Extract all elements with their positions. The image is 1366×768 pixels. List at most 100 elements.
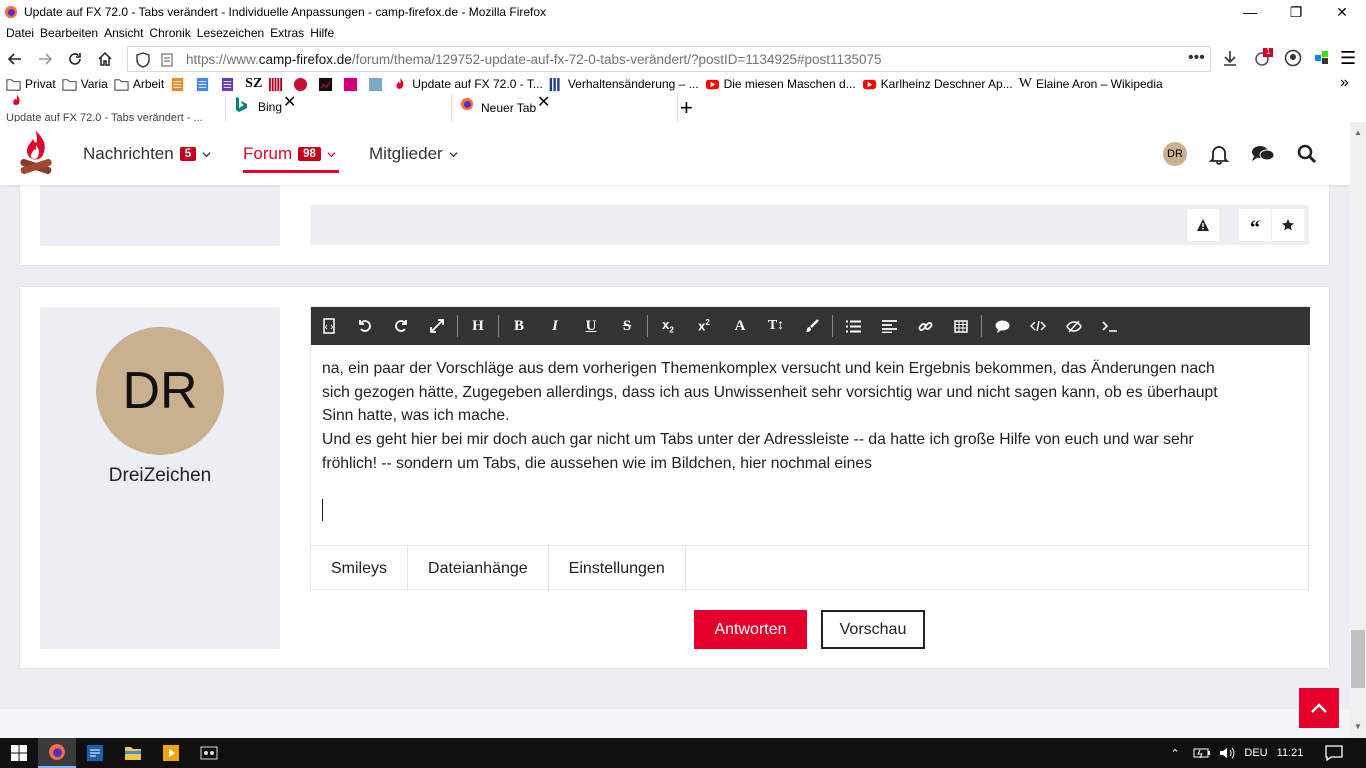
menu-extras[interactable]: Extras [270, 26, 304, 40]
menu-hilfe[interactable]: Hilfe [310, 26, 334, 40]
subscript-button[interactable]: x2 [650, 307, 686, 345]
menu-lesezeichen[interactable]: Lesezeichen [197, 26, 264, 40]
bookmark-sz[interactable]: SZ [245, 75, 262, 93]
bookmark-folder-arbeit[interactable]: Arbeit [114, 75, 164, 93]
bookmark-star-button[interactable] [1272, 209, 1304, 241]
bookmark-icon-doc2[interactable] [195, 75, 214, 93]
forward-button[interactable] [30, 44, 60, 74]
bookmark-icon-magenta[interactable] [343, 75, 362, 93]
bookmarks-overflow-icon[interactable]: » [1340, 74, 1349, 92]
scrollbar-thumb[interactable] [1351, 630, 1365, 688]
report-button[interactable] [1187, 209, 1219, 241]
list-button[interactable] [835, 307, 871, 345]
tray-expand-icon[interactable]: ⌃ [1168, 738, 1182, 768]
bookmark-icon-doc3[interactable] [220, 75, 239, 93]
font-size-button[interactable]: T↕ [758, 307, 794, 345]
quote-insert-button[interactable] [984, 307, 1020, 345]
bookmark-icon-black[interactable] [318, 75, 337, 93]
page-actions-icon[interactable]: ••• [1188, 49, 1205, 67]
maximize-button[interactable]: ❐ [1273, 0, 1319, 24]
scroll-to-top-button[interactable] [1299, 688, 1339, 728]
code-button[interactable] [1020, 307, 1056, 345]
align-button[interactable] [871, 307, 907, 345]
extensions-button[interactable] [1313, 49, 1331, 67]
close-window-button[interactable]: ✕ [1319, 0, 1365, 24]
page-scrollbar[interactable]: ▲ ▼ [1350, 122, 1366, 738]
author-avatar[interactable]: DR [96, 327, 224, 455]
menu-datei[interactable]: Datei [6, 26, 34, 40]
reload-button[interactable] [60, 44, 90, 74]
home-button[interactable] [90, 44, 120, 74]
tray-volume-icon[interactable] [1218, 738, 1236, 768]
scroll-up-arrow-icon[interactable]: ▲ [1354, 128, 1362, 137]
inline-code-button[interactable] [1092, 307, 1128, 345]
preview-button[interactable]: Vorschau [821, 610, 925, 649]
tab-settings[interactable]: Einstellungen [549, 546, 686, 591]
account-button[interactable] [1284, 49, 1302, 67]
editor-textarea[interactable]: na, ein paar der Vorschläge aus dem vorh… [322, 357, 1292, 522]
tray-power-icon[interactable] [1192, 738, 1212, 768]
new-tab-button[interactable]: + [680, 95, 693, 121]
author-name[interactable]: DreiZeichen [40, 465, 280, 487]
extension-ublock-button[interactable]: 1 [1253, 47, 1273, 68]
bold-button[interactable]: B [501, 307, 537, 345]
tab-active[interactable]: Update auf FX 72.0 - Tabs verändert - ..… [0, 94, 226, 122]
nav-forum[interactable]: Forum 98 [243, 144, 336, 164]
underline-button[interactable]: U [573, 307, 609, 345]
tab-neuer-tab[interactable]: Neuer Tab ✕ [452, 94, 678, 122]
menu-bearbeiten[interactable]: Bearbeiten [40, 26, 98, 40]
tab-bing[interactable]: Bing ✕ [226, 94, 452, 122]
taskbar-explorer[interactable] [114, 738, 152, 768]
bookmark-verhalten[interactable]: Verhaltensänderung – ... [549, 75, 699, 93]
taskbar-app-news[interactable] [76, 738, 114, 768]
bookmark-campfire[interactable]: Update auf FX 72.0 - T... [393, 75, 543, 93]
quote-button[interactable]: “ [1239, 209, 1271, 241]
table-button[interactable] [943, 307, 979, 345]
bookmark-youtube-1[interactable]: Die miesen Maschen d... [705, 75, 856, 93]
bookmark-folder-varia[interactable]: Varia [62, 75, 108, 93]
redo-button[interactable] [383, 307, 419, 345]
scroll-down-arrow-icon[interactable]: ▼ [1354, 722, 1362, 731]
taskbar-clock[interactable]: 11:21 [1272, 738, 1308, 768]
search-icon[interactable] [1297, 144, 1317, 164]
bookmark-folder-privat[interactable]: Privat [6, 75, 56, 93]
language-indicator[interactable]: DEU [1240, 738, 1272, 768]
font-color-button[interactable]: A [722, 307, 758, 345]
menu-hamburger-icon[interactable]: ☰ [1340, 48, 1356, 69]
taskbar-media-player[interactable] [152, 738, 190, 768]
tab-attachments[interactable]: Dateianhänge [408, 546, 549, 591]
bookmark-icon-blue[interactable] [368, 75, 387, 93]
nav-nachrichten[interactable]: Nachrichten 5 [83, 144, 211, 164]
nav-mitglieder[interactable]: Mitglieder [369, 144, 458, 164]
bookmark-icon-red-circle[interactable] [293, 75, 312, 93]
bookmark-youtube-2[interactable]: Karlheinz Deschner Ap... [862, 75, 1013, 93]
heading-button[interactable]: H [460, 307, 496, 345]
campfire-logo[interactable] [18, 129, 54, 179]
start-button[interactable] [0, 738, 38, 768]
format-brush-button[interactable] [794, 307, 830, 345]
bell-icon[interactable] [1208, 143, 1230, 165]
tab-close-icon[interactable]: ✕ [283, 92, 296, 112]
spoiler-button[interactable] [1056, 307, 1092, 345]
bookmark-icon-doc1[interactable] [170, 75, 189, 93]
conversations-icon[interactable] [1251, 144, 1275, 164]
taskbar-firefox[interactable] [38, 738, 76, 768]
downloads-button[interactable] [1221, 49, 1239, 67]
superscript-button[interactable]: x2 [686, 307, 722, 345]
italic-button[interactable]: I [537, 307, 573, 345]
menu-chronik[interactable]: Chronik [149, 26, 190, 40]
bookmark-icon-stripes[interactable] [268, 75, 287, 93]
undo-button[interactable] [347, 307, 383, 345]
tab-smileys[interactable]: Smileys [311, 546, 409, 591]
minimize-button[interactable]: — [1227, 0, 1273, 24]
user-avatar[interactable]: DR [1163, 142, 1187, 166]
source-code-button[interactable] [311, 307, 347, 345]
menu-ansicht[interactable]: Ansicht [104, 26, 143, 40]
action-center-button[interactable] [1318, 738, 1350, 768]
back-button[interactable] [0, 44, 30, 74]
link-button[interactable] [907, 307, 943, 345]
fullscreen-button[interactable] [419, 307, 455, 345]
strikethrough-button[interactable]: S [609, 307, 645, 345]
tab-close-icon[interactable]: ✕ [537, 92, 550, 112]
url-bar[interactable]: https://www.camp-firefox.de/forum/thema/… [127, 46, 1211, 72]
